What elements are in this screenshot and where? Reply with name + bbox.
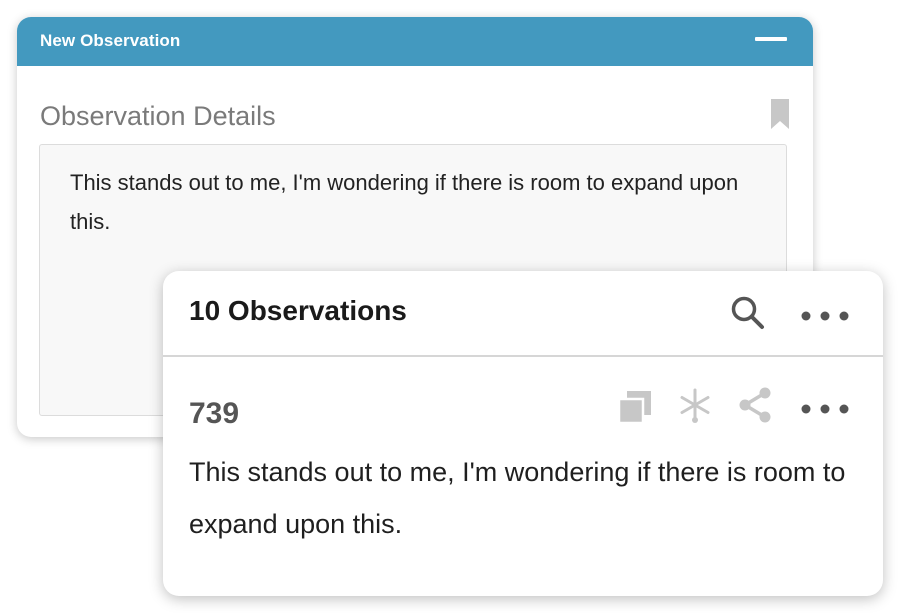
list-item[interactable]: 739 This stands out to me, I'm wondering… bbox=[163, 357, 883, 596]
observation-details-text: This stands out to me, I'm wondering if … bbox=[70, 170, 739, 234]
bookmark-icon[interactable] bbox=[771, 99, 789, 134]
new-observation-title: New Observation bbox=[40, 31, 181, 50]
asterisk-icon[interactable] bbox=[677, 387, 713, 428]
new-observation-header: New Observation bbox=[17, 17, 813, 66]
share-icon[interactable] bbox=[737, 387, 773, 428]
observation-text: This stands out to me, I'm wondering if … bbox=[189, 457, 846, 539]
observations-header: 10 Observations bbox=[163, 271, 883, 357]
stage: New Observation Observation Details This… bbox=[0, 0, 900, 613]
minimize-icon[interactable] bbox=[755, 37, 787, 41]
copy-icon[interactable] bbox=[617, 389, 653, 430]
observation-details-heading: Observation Details bbox=[40, 101, 276, 131]
more-horizontal-icon[interactable] bbox=[800, 309, 850, 327]
search-icon[interactable] bbox=[730, 295, 766, 336]
observations-panel: 10 Observations 739 This stands out to m… bbox=[163, 271, 883, 596]
observations-count: 10 Observations bbox=[189, 295, 407, 326]
observation-id: 739 bbox=[189, 397, 240, 430]
more-horizontal-icon[interactable] bbox=[800, 402, 850, 420]
